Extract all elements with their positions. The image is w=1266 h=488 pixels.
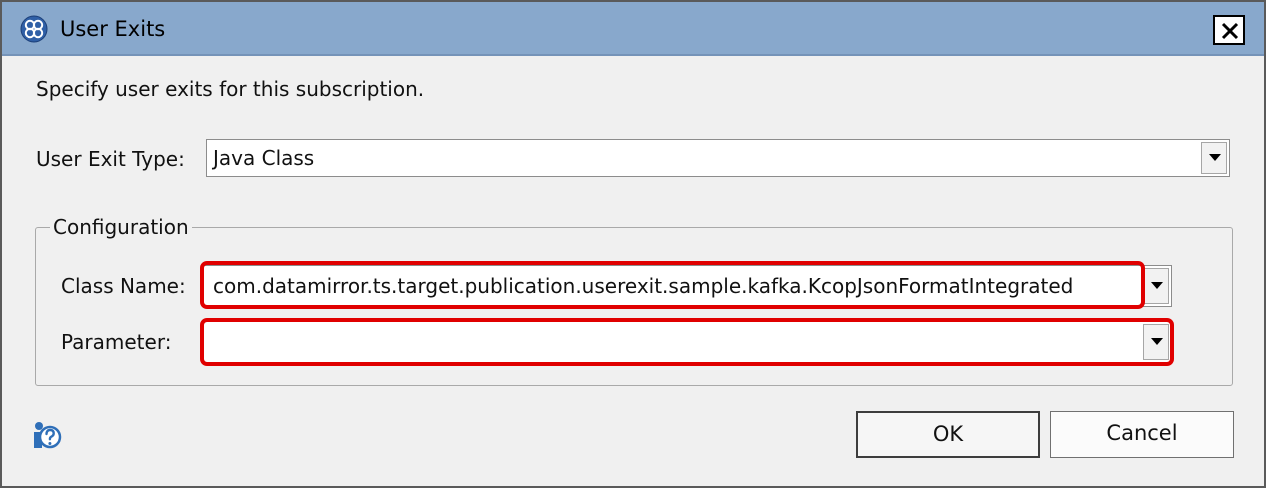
help-icon[interactable] [30,419,62,451]
cancel-button[interactable]: Cancel [1050,411,1234,458]
parameter-dropdown-button[interactable] [1143,324,1169,360]
class-name-dropdown-button[interactable] [1143,268,1169,304]
class-name-value: com.datamirror.ts.target.publication.use… [213,274,1074,298]
user-exits-dialog: User Exits Specify user exits for this s… [0,0,1266,488]
ok-button[interactable]: OK [856,411,1040,458]
chevron-down-icon [1209,154,1221,161]
instructions-text: Specify user exits for this subscription… [36,77,425,101]
class-name-label: Class Name: [61,274,186,298]
class-name-select[interactable]: com.datamirror.ts.target.publication.use… [202,265,1172,307]
chevron-down-icon [1151,338,1163,345]
close-icon [1221,22,1239,40]
chevron-down-icon [1151,282,1163,289]
parameter-label: Parameter: [61,330,172,354]
user-exit-type-value: Java Class [213,146,315,170]
window-title: User Exits [60,17,166,41]
user-exit-type-dropdown-button[interactable] [1201,142,1227,174]
close-button[interactable] [1213,15,1245,45]
user-exit-type-label: User Exit Type: [36,147,185,171]
user-exit-type-select[interactable]: Java Class [206,139,1230,177]
configuration-legend: Configuration [50,213,192,241]
parameter-select[interactable] [202,321,1172,363]
title-bar[interactable]: User Exits [2,2,1264,56]
app-logo-icon [20,15,48,43]
